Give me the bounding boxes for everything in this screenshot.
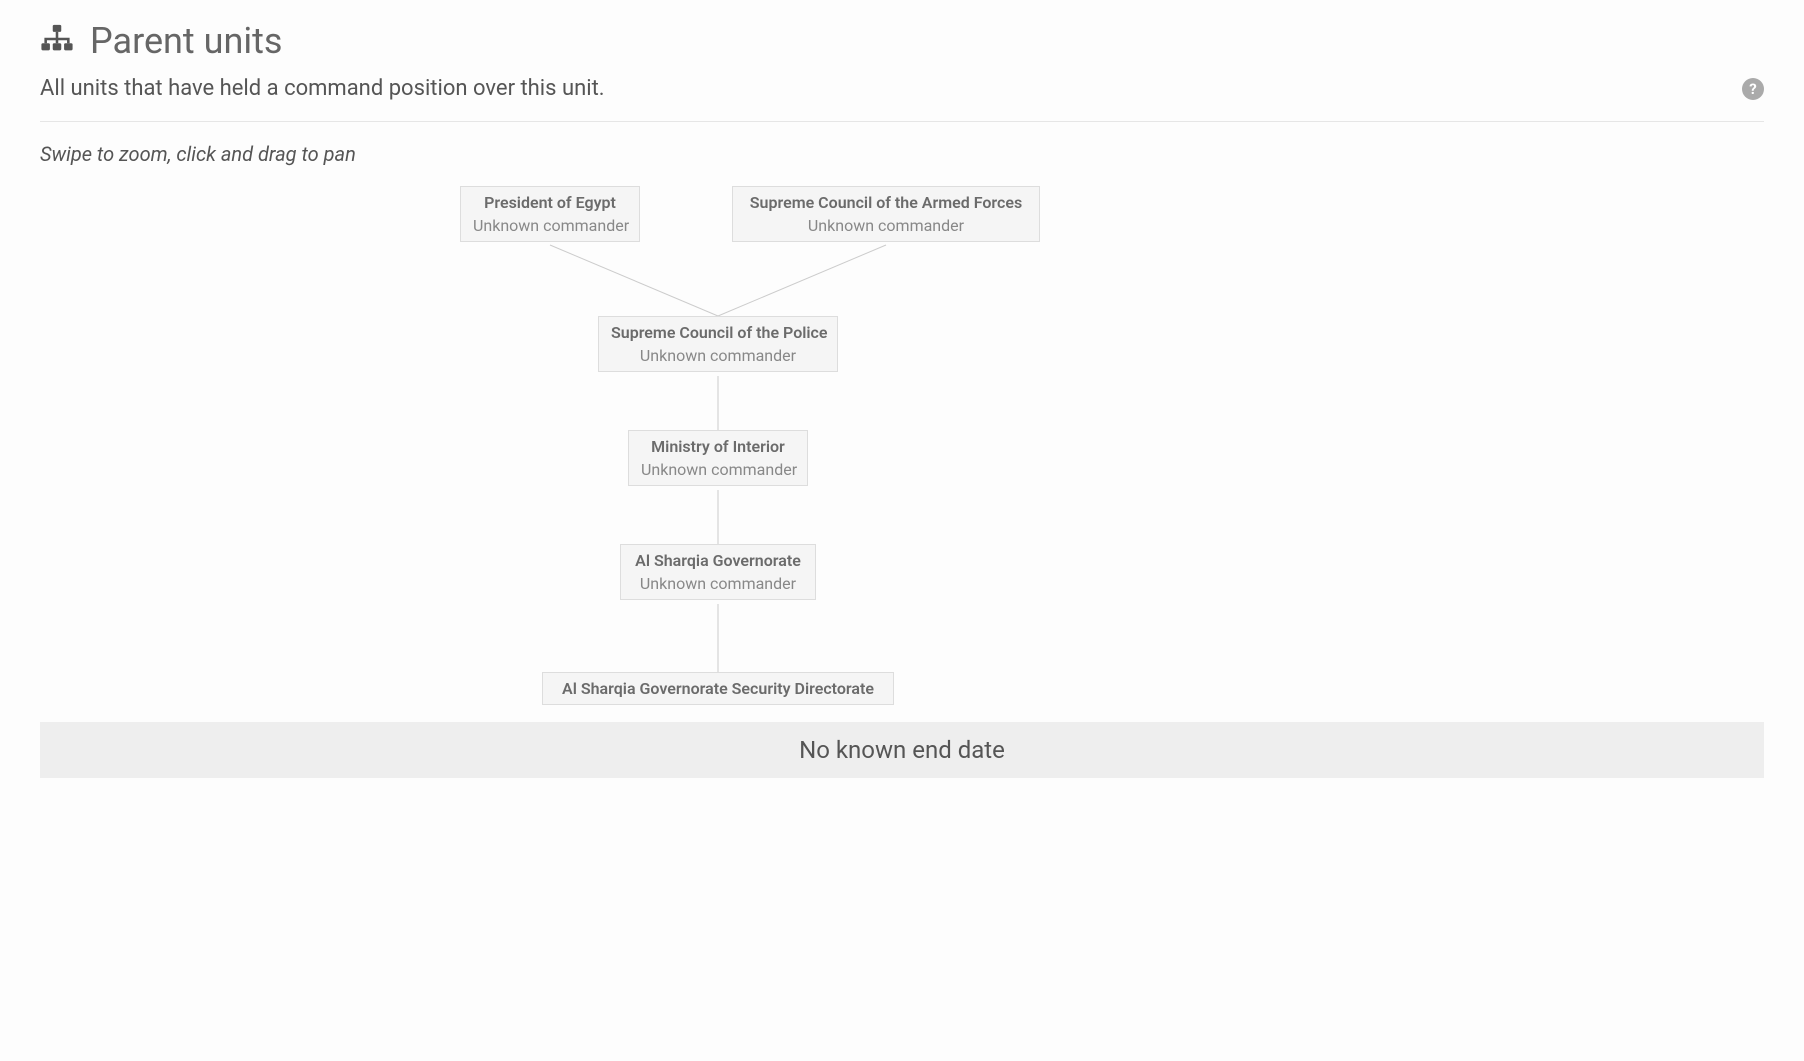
node-supreme-council-armed-forces[interactable]: Supreme Council of the Armed Forces Unkn…	[732, 186, 1040, 242]
page-title: Parent units	[90, 20, 282, 62]
node-title: Supreme Council of the Armed Forces	[745, 193, 1027, 212]
chart-edges	[40, 176, 1764, 716]
sitemap-icon	[40, 22, 74, 60]
help-icon[interactable]: ?	[1742, 78, 1764, 100]
node-title: President of Egypt	[473, 193, 627, 212]
section-header: Parent units All units that have held a …	[40, 20, 1764, 122]
node-commander: Unknown commander	[633, 574, 803, 593]
header-title-row: Parent units	[40, 20, 1764, 62]
node-title: Ministry of Interior	[641, 437, 795, 456]
node-supreme-council-police[interactable]: Supreme Council of the Police Unknown co…	[598, 316, 838, 372]
subtitle-row: All units that have held a command posit…	[40, 76, 1764, 122]
node-commander: Unknown commander	[745, 216, 1027, 235]
node-title: Supreme Council of the Police	[611, 323, 825, 342]
node-commander: Unknown commander	[641, 460, 795, 479]
footer-label: No known end date	[799, 736, 1005, 764]
node-al-sharqia-security-directorate[interactable]: Al Sharqia Governorate Security Director…	[542, 672, 894, 705]
node-al-sharqia-governorate[interactable]: Al Sharqia Governorate Unknown commander	[620, 544, 816, 600]
node-commander: Unknown commander	[611, 346, 825, 365]
org-chart[interactable]: President of Egypt Unknown commander Sup…	[40, 176, 1764, 716]
node-title: Al Sharqia Governorate	[633, 551, 803, 570]
node-president-of-egypt[interactable]: President of Egypt Unknown commander	[460, 186, 640, 242]
timeline-footer: No known end date	[40, 722, 1764, 778]
node-title: Al Sharqia Governorate Security Director…	[555, 679, 881, 698]
page-subtitle: All units that have held a command posit…	[40, 76, 605, 101]
chart-instruction: Swipe to zoom, click and drag to pan	[40, 142, 1764, 166]
node-ministry-of-interior[interactable]: Ministry of Interior Unknown commander	[628, 430, 808, 486]
node-commander: Unknown commander	[473, 216, 627, 235]
